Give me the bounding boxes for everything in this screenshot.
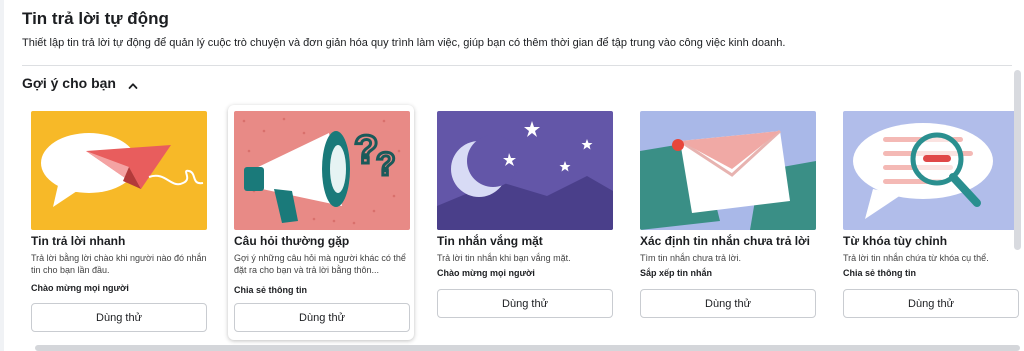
- magnifier-illustration: [843, 111, 1019, 230]
- card-tag: Sắp xếp tin nhắn: [640, 268, 713, 278]
- divider: [22, 65, 1012, 66]
- svg-text:?: ?: [376, 146, 396, 182]
- card-tag: Chia sẻ thông tin: [234, 285, 307, 295]
- horizontal-scrollbar[interactable]: [35, 345, 1020, 351]
- vertical-scrollbar[interactable]: [1014, 70, 1021, 250]
- card-title: Tin nhắn vắng mặt: [437, 234, 543, 248]
- card-title: Từ khóa tùy chỉnh: [843, 234, 948, 248]
- card-description: Gợi ý những câu hỏi mà người khác có thể…: [234, 253, 406, 275]
- try-button-away-message[interactable]: Dùng thử: [437, 289, 613, 318]
- megaphone-illustration: ? ?: [234, 111, 410, 230]
- left-edge: [0, 0, 4, 351]
- chevron-up-icon: [128, 78, 138, 89]
- card-tag: Chào mừng mọi người: [437, 268, 535, 278]
- card-description: Trả lời bằng lời chào khi người nào đó n…: [31, 253, 207, 275]
- try-button-unanswered[interactable]: Dùng thử: [640, 289, 816, 318]
- suggestion-card-instant-reply: Tin trả lời nhanh Trả lời bằng lời chào …: [25, 105, 211, 340]
- card-title: Câu hỏi thường gặp: [234, 234, 350, 248]
- suggestion-card-away-message: Tin nhắn vắng mặt Trả lời tin nhắn khi b…: [431, 105, 617, 340]
- try-button-faq[interactable]: Dùng thử: [234, 303, 410, 332]
- try-button-instant-reply[interactable]: Dùng thử: [31, 303, 207, 332]
- suggestion-card-custom-keywords: Từ khóa tùy chỉnh Trả lời tin nhắn chứa …: [837, 105, 1023, 340]
- try-button-custom-keywords[interactable]: Dùng thử: [843, 289, 1019, 318]
- card-tag: Chào mừng mọi người: [31, 283, 129, 293]
- card-title: Xác định tin nhắn chưa trả lời: [640, 234, 810, 248]
- card-title: Tin trả lời nhanh: [31, 234, 126, 248]
- paper-plane-illustration: [31, 111, 207, 230]
- section-title: Gợi ý cho bạn: [22, 75, 116, 91]
- section-toggle[interactable]: Gợi ý cho bạn: [22, 75, 138, 91]
- card-tag: Chia sẻ thông tin: [843, 268, 916, 278]
- moon-illustration: [437, 111, 613, 230]
- envelopes-illustration: [640, 111, 816, 230]
- page-description: Thiết lập tin trả lời tự động để quản lý…: [22, 37, 786, 49]
- page-title: Tin trả lời tự động: [22, 9, 169, 28]
- suggestion-card-unanswered: Xác định tin nhắn chưa trả lời Tìm tin n…: [634, 105, 820, 340]
- suggestion-card-faq: ? ? Câu hỏi thường gặp Gợi ý những câu h…: [228, 105, 414, 340]
- svg-text:?: ?: [354, 128, 378, 172]
